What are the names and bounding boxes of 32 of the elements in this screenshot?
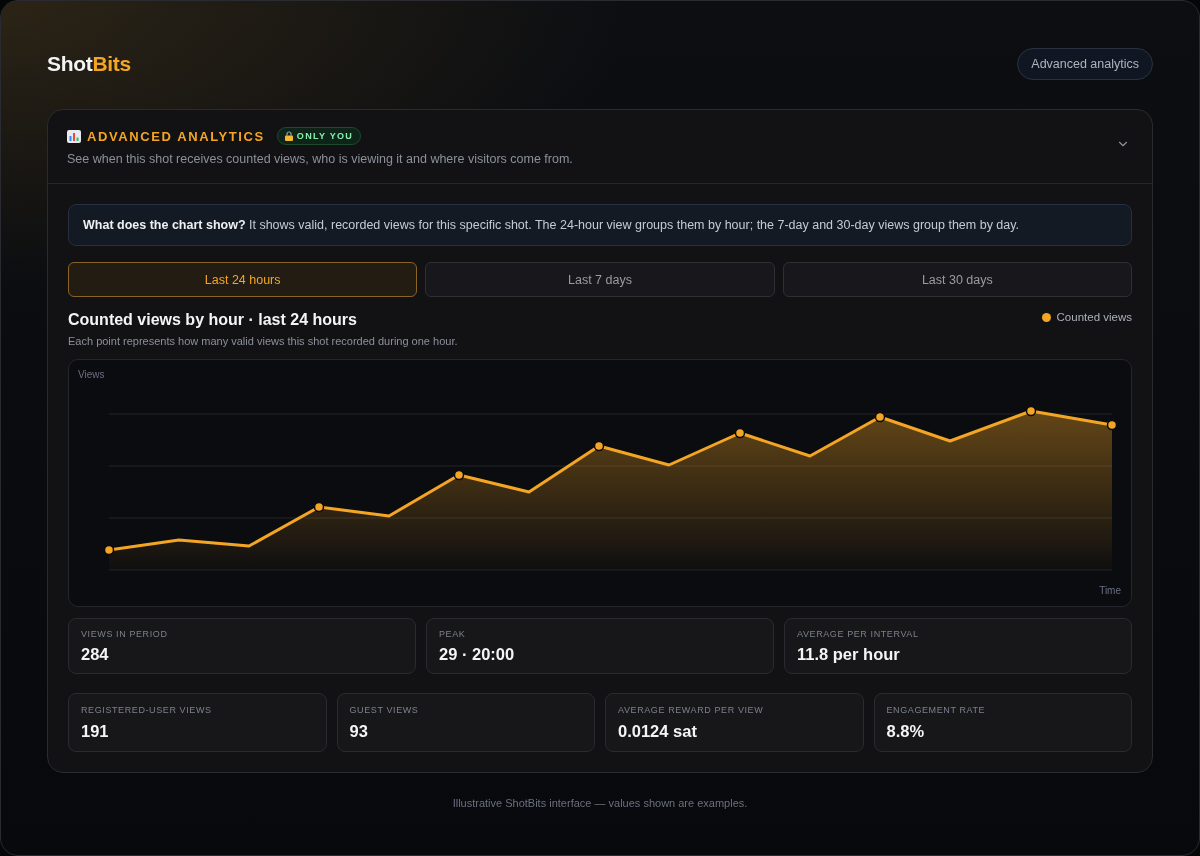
period-tab[interactable]: Last 30 days bbox=[782, 262, 1132, 297]
badge-label: ONLY YOU bbox=[296, 131, 354, 141]
legend-dot-icon bbox=[1041, 312, 1051, 322]
legend-label: Counted views bbox=[1056, 311, 1132, 323]
y-axis-label: Views bbox=[78, 369, 105, 381]
logo: ShotBits bbox=[47, 52, 131, 76]
stat-label: REGISTERED-USER VIEWS bbox=[81, 704, 213, 716]
period-tab[interactable]: Last 7 days bbox=[425, 262, 775, 297]
stat-value: 29 · 20:00 bbox=[439, 644, 516, 664]
section-title: ADVANCED ANALYTICS bbox=[87, 128, 265, 144]
stat-label: AVERAGE PER INTERVAL bbox=[797, 628, 920, 640]
advanced-analytics-button[interactable]: Advanced analytics bbox=[1017, 48, 1153, 80]
stat-label: PEAK bbox=[439, 628, 467, 640]
stat-value: 191 bbox=[81, 721, 110, 741]
stat-value: 11.8 per hour bbox=[797, 644, 901, 664]
chart-subtitle: Each point represents how many valid views this shot recorded during one hour. bbox=[68, 334, 458, 348]
bar-chart-icon bbox=[67, 129, 81, 143]
chart-title: Counted views by hour · last 24 hours bbox=[68, 310, 358, 330]
stat-value: 0.0124 sat bbox=[618, 721, 698, 741]
stat-value: 8.8% bbox=[886, 721, 926, 741]
stat-label: GUEST VIEWS bbox=[349, 704, 420, 716]
stat-value: 93 bbox=[349, 721, 369, 741]
stat-label: VIEWS IN PERIOD bbox=[81, 628, 169, 640]
info-note: What does the chart show? It shows valid, recorded views for this specific shot. The 24-hour view groups them by hour; the 7-day and 30-day views group them by day. bbox=[68, 204, 1132, 246]
period-tab[interactable]: Last 24 hours bbox=[68, 262, 418, 297]
stat-label: AVERAGE REWARD PER VIEW bbox=[618, 704, 765, 716]
section-description: See when this shot receives counted views, who is viewing it and where visitors come from. bbox=[67, 151, 573, 167]
lock-icon bbox=[284, 131, 293, 141]
x-axis-label: Time bbox=[1099, 585, 1121, 597]
footer-note: Illustrative ShotBits interface — values shown are examples. bbox=[452, 797, 748, 809]
stat-label: ENGAGEMENT RATE bbox=[886, 704, 987, 716]
stat-value: 284 bbox=[81, 644, 110, 664]
